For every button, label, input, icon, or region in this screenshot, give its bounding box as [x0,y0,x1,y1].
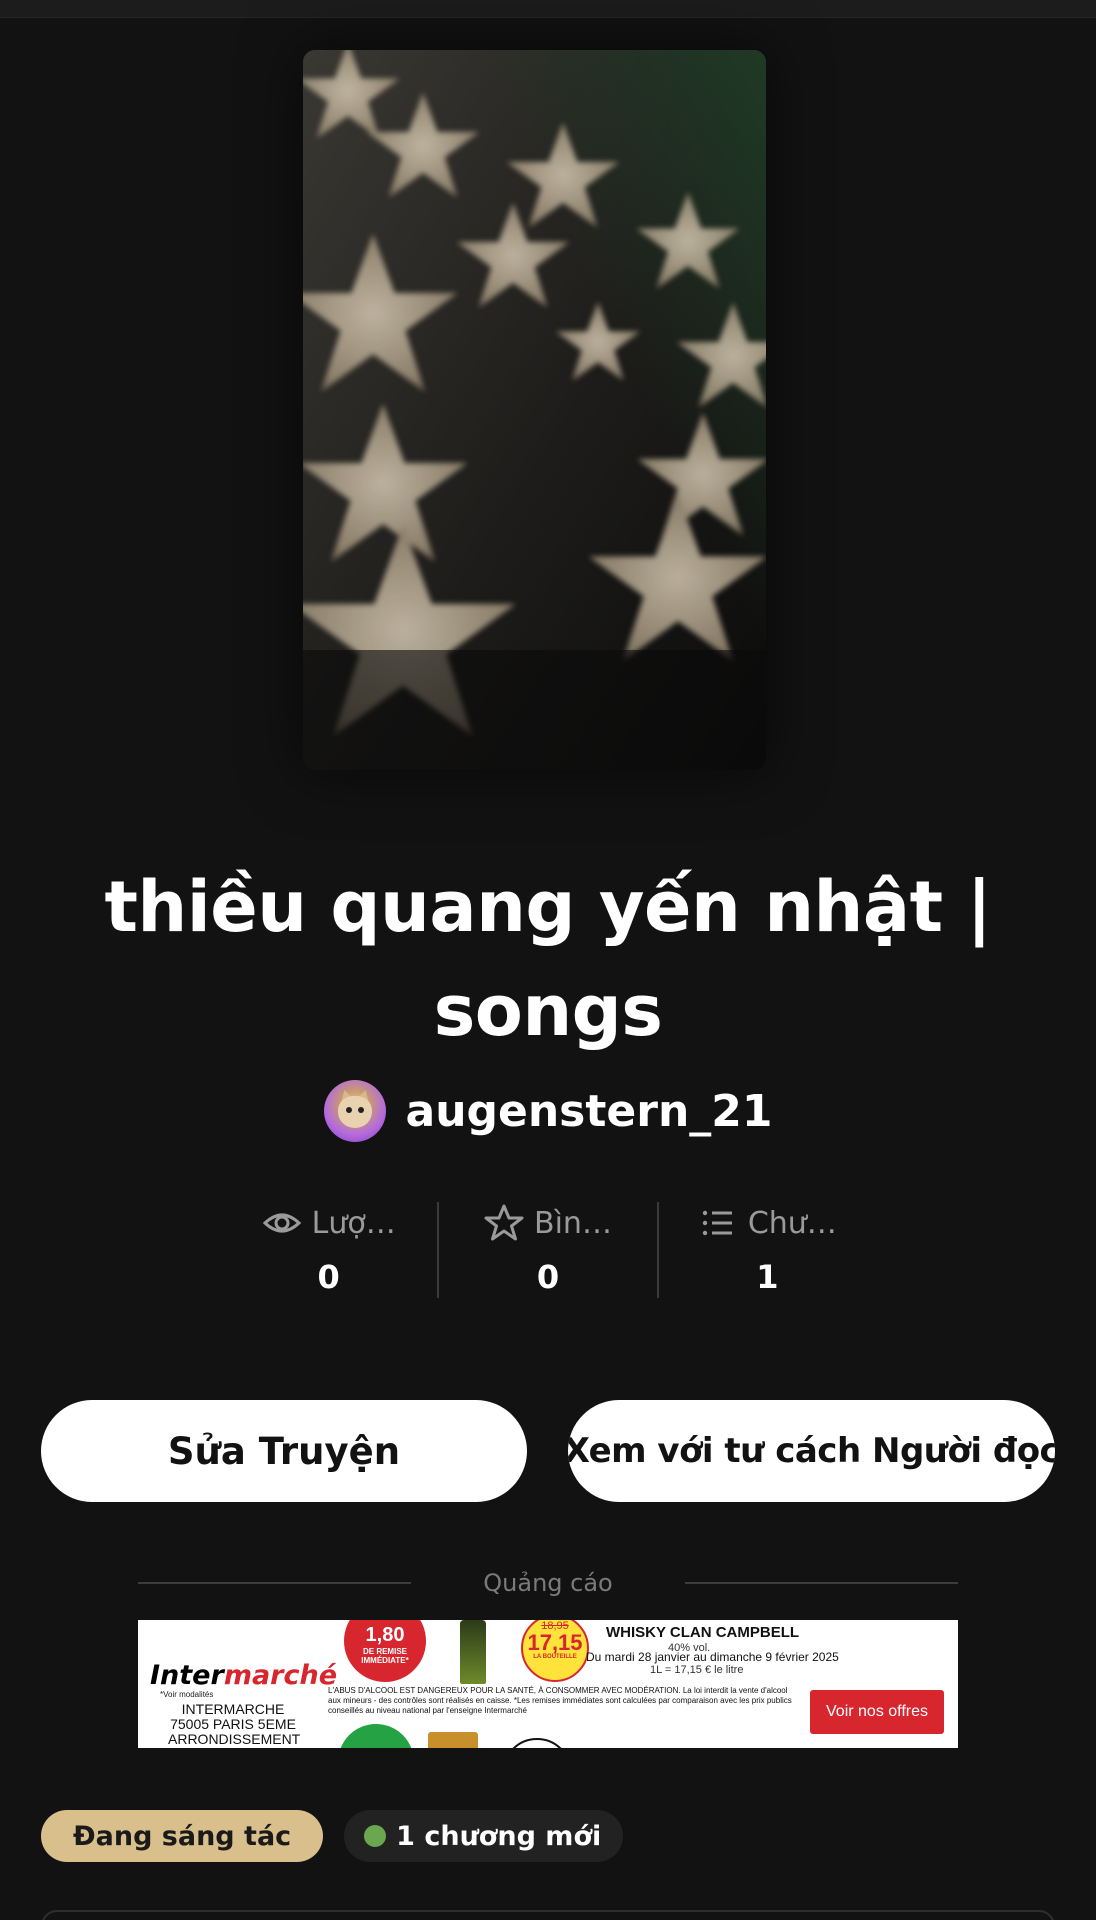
new-dot-icon [364,1825,387,1847]
discount-text: DE REMISE IMMÉDIATE* [361,1647,409,1665]
logo-prefix: Inter [150,1660,224,1691]
list-icon [702,1210,732,1236]
story-title: thiều quang yến nhật | songs [104,866,992,1052]
ad-modalities: *Voir modalités [160,1690,214,1699]
ad-store-address: INTERMARCHE 75005 PARIS 5EME ARRONDISSEM… [168,1701,301,1747]
logo-suffix: marché [223,1660,338,1691]
stat-reads-value: 0 [317,1258,340,1296]
ad-label-row: Quảng cáo [138,1565,958,1601]
edit-story-button[interactable]: Sửa Truyện [41,1400,527,1502]
star-icon [484,1204,524,1241]
new-chapters-badge[interactable]: 1 chương mới [344,1810,624,1862]
product-box-image [428,1732,478,1748]
top-bar [0,0,1096,18]
green-discount-badge [338,1724,414,1748]
stat-chapters: Chư… 1 [659,1200,876,1300]
story-page: thiều quang yến nhật | songs augenstern_… [0,0,1096,1920]
price: 17,15 [527,1630,583,1655]
author-avatar[interactable] [323,1080,386,1142]
divider [138,1582,411,1584]
ad-dates: Du mardi 28 janvier au dimanche 9 févrie… [586,1650,839,1664]
stat-votes-value: 0 [536,1258,560,1296]
discount-value: 1,80 [365,1624,405,1646]
story-stats: Lượ… 0 Bìn… 0 Chư… 1 [220,1200,876,1300]
status-badge: Đang sáng tác [41,1810,324,1862]
ad-product-name: WHISKY CLAN CAMPBELL [606,1624,800,1641]
discount-badge: 1,80 DE REMISE IMMÉDIATE* [344,1620,426,1682]
ad-label: Quảng cáo [483,1569,613,1597]
stat-reads-label: Lượ… [311,1205,396,1241]
new-chapters-label: 1 chương mới [396,1820,602,1852]
story-cover-image[interactable] [303,50,766,770]
stat-chapters-value: 1 [756,1258,779,1296]
author-row[interactable]: augenstern_21 [0,1078,1096,1144]
cat-eye [357,1107,364,1113]
eye-icon [262,1213,301,1233]
stat-reads: Lượ… 0 [220,1200,437,1300]
stat-votes: Bìn… 0 [439,1200,656,1300]
author-name[interactable]: augenstern_21 [406,1086,773,1137]
bottle-image [460,1620,486,1684]
stat-chapters-label: Chư… [747,1205,837,1241]
cat-eye [345,1107,352,1113]
price-badge: 18,95 17,15 LA BOUTEILLE [521,1620,589,1682]
view-as-reader-button[interactable]: Xem với tư cách Người đọc [568,1400,1055,1502]
stat-votes-label: Bìn… [534,1205,612,1241]
ad-price-per-liter: 1L = 17,15 € le litre [650,1664,744,1676]
divider [685,1582,958,1584]
cat-face [337,1096,372,1128]
next-section-card [41,1910,1055,1920]
star-shadows-photo [303,50,766,770]
see-offers-button[interactable]: Voir nos offres [810,1690,944,1734]
intermarche-logo: Intermarché [150,1660,337,1691]
store-text: INTERMARCHE 75005 PARIS 5EME ARRONDISSEM… [168,1701,301,1747]
story-tags: Đang sáng tác 1 chương mới [41,1810,624,1862]
circle-graphic [502,1738,572,1748]
ad-banner[interactable]: 1,80 DE REMISE IMMÉDIATE* 18,95 17,15 LA… [138,1620,958,1748]
